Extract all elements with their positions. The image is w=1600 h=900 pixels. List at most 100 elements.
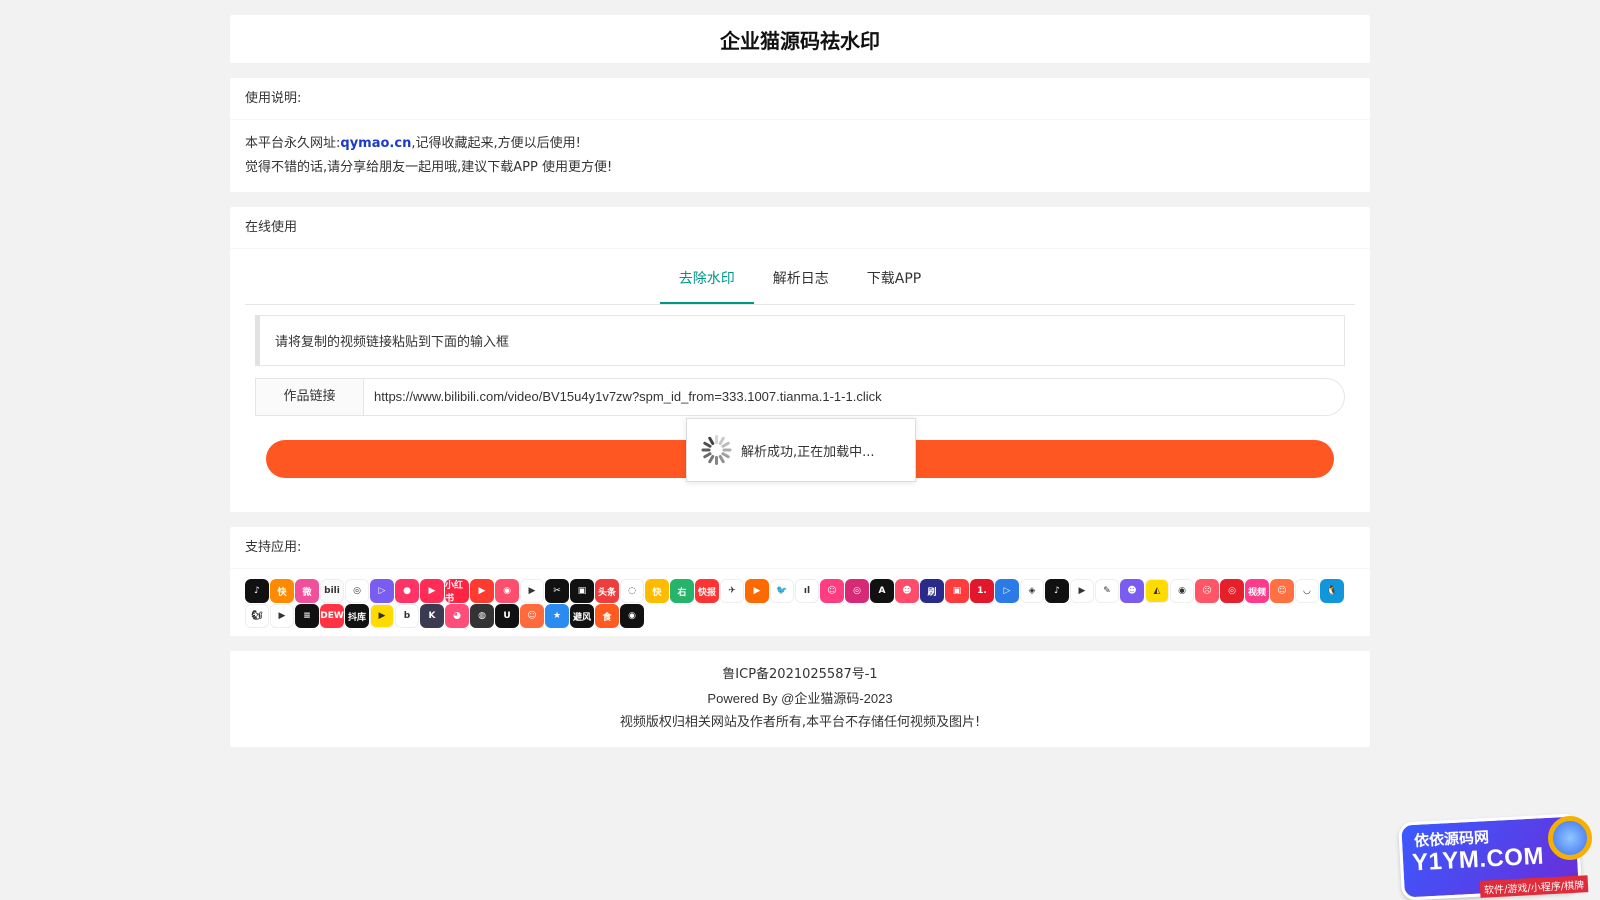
app-glyph: 刷 (927, 587, 937, 598)
tudou-icon[interactable]: ▶ (745, 579, 769, 603)
kuaibao-icon[interactable]: 快报 (695, 579, 719, 603)
yidian-icon[interactable]: 1. (970, 579, 994, 603)
app-glyph: ▶ (278, 611, 286, 621)
app-glyph: 1. (977, 586, 987, 596)
kuaiyin-icon[interactable]: 快 (645, 579, 669, 603)
huoshan-icon[interactable]: ▶ (470, 579, 494, 603)
lvzhou-icon[interactable]: ◌ (620, 579, 644, 603)
uc-icon[interactable]: 🐿 (245, 604, 269, 628)
b-icon[interactable]: b (395, 604, 419, 628)
pop-icon[interactable]: ◕ (445, 604, 469, 628)
shuabao-icon[interactable]: 刷 (920, 579, 944, 603)
bowl-icon[interactable]: ◡ (1295, 579, 1319, 603)
player-icon[interactable]: ▶ (520, 579, 544, 603)
tab-bar: 去除水印 解析日志 下载APP (245, 255, 1355, 305)
quxuan-icon[interactable]: U (495, 604, 519, 628)
app-glyph: ☹ (1202, 586, 1212, 596)
app-glyph: ▶ (478, 586, 486, 596)
app-glyph: ▶ (753, 586, 761, 596)
eye-icon[interactable]: ◉ (1170, 579, 1194, 603)
app-glyph: bili (324, 586, 340, 596)
haokan-icon[interactable]: ▶ (420, 579, 444, 603)
app-glyph: ♪ (1054, 586, 1060, 596)
link-form-row: 作品链接 (255, 378, 1345, 416)
tab-parse-log[interactable]: 解析日志 (754, 255, 848, 304)
app-glyph: ✂ (553, 586, 561, 596)
netease-icon[interactable]: ◎ (1220, 579, 1244, 603)
app-glyph: 快报 (697, 587, 716, 598)
qutoutiao-icon[interactable]: ☻ (1120, 579, 1144, 603)
dewu-icon[interactable]: DEW (320, 604, 344, 628)
iqiyi-icon[interactable]: ◈ (1020, 579, 1044, 603)
tab-remove-watermark[interactable]: 去除水印 (659, 255, 754, 304)
app-glyph: ▣ (952, 586, 962, 596)
app-glyph: ★ (552, 611, 562, 621)
stripes-icon[interactable]: ≡ (295, 604, 319, 628)
app-glyph: ◉ (1178, 586, 1186, 596)
douyin-icon[interactable]: ♪ (245, 579, 269, 603)
xigua-icon[interactable]: ▣ (570, 579, 594, 603)
magnifier-icon (1548, 816, 1592, 860)
app-glyph: ✈ (728, 586, 736, 596)
qq-kandian-icon[interactable]: ✈ (720, 579, 744, 603)
watermark-logo: 依依源码网 Y1YM.COM 软件/游戏/小程序/棋牌 (1380, 810, 1600, 900)
loading-toast: 解析成功,正在加载中... (686, 418, 916, 482)
youtube-icon[interactable]: ▶ (1070, 579, 1094, 603)
k-icon[interactable]: K (420, 604, 444, 628)
app-glyph: ıl (803, 586, 811, 596)
toutiao-icon[interactable]: 头条 (595, 579, 619, 603)
app-glyph: 小红书 (445, 581, 464, 603)
app-glyph: ▷ (378, 586, 386, 596)
capcut-icon[interactable]: ✂ (545, 579, 569, 603)
app-glyph: ◭ (1153, 586, 1161, 596)
video-icon[interactable]: ▷ (370, 579, 394, 603)
oasis-icon[interactable]: ıl (795, 579, 819, 603)
app-glyph: ◉ (628, 611, 636, 621)
weibo-icon[interactable]: ◎ (345, 579, 369, 603)
acfun-icon[interactable]: A (870, 579, 894, 603)
app-glyph: 食 (602, 612, 612, 623)
monkey-icon[interactable]: ☺ (520, 604, 544, 628)
weishi2-icon[interactable]: ✎ (1095, 579, 1119, 603)
site-link[interactable]: qymao.cn (340, 136, 411, 151)
tab-download-app[interactable]: 下载APP (848, 255, 940, 304)
tiktok-icon[interactable]: ♪ (1045, 579, 1069, 603)
app-glyph: ▶ (428, 586, 436, 596)
douku-icon[interactable]: 抖库 (345, 604, 369, 628)
app-glyph: ◎ (353, 586, 361, 596)
qq-icon[interactable]: 🐧 (1320, 579, 1344, 603)
quanmin-icon[interactable]: ▣ (945, 579, 969, 603)
youku-icon[interactable]: ▷ (995, 579, 1019, 603)
face-icon[interactable]: ☹ (1195, 579, 1219, 603)
mascot-icon[interactable]: ☺ (1270, 579, 1294, 603)
momo-icon[interactable]: ☺ (820, 579, 844, 603)
twitter-icon[interactable]: 🐦 (770, 579, 794, 603)
intro-line-1: 本平台永久网址:qymao.cn,记得收藏起来,方便以后使用! (245, 132, 1355, 156)
food-icon[interactable]: 食 (595, 604, 619, 628)
kaiyan-icon[interactable]: ☻ (895, 579, 919, 603)
xiaohongshu-icon[interactable]: 小红书 (445, 579, 469, 603)
kuaishou-lite-icon[interactable]: ▶ (370, 604, 394, 628)
ribbon-icon[interactable]: ★ (545, 604, 569, 628)
meipai-icon[interactable]: ◉ (495, 579, 519, 603)
spinner-tick (714, 435, 718, 444)
play-purple-icon[interactable]: ▶ (270, 604, 294, 628)
instagram-icon[interactable]: ◎ (845, 579, 869, 603)
bilibili-icon[interactable]: bili (320, 579, 344, 603)
zuiyou-icon[interactable]: 右 (670, 579, 694, 603)
intro-body: 本平台永久网址:qymao.cn,记得收藏起来,方便以后使用! 觉得不错的话,请… (230, 120, 1370, 192)
weishi-icon[interactable]: 微 (295, 579, 319, 603)
apps-grid: ♪ 快 微 bili ◎ ▷ ● ▶ 小红书 ▶ ◉ ▶ ✂ ▣ 头条 ◌ 快 右快报 ✈ ▶ 🐦 ıl ☺ ◎ A ☻ 刷 ▣ 1. ▷… (230, 569, 1370, 636)
apps-card: 支持应用: ♪ 快 微 bili ◎ ▷ ● ▶ 小红书 ▶ ◉ ▶ ✂ ▣ 头条 ◌ 快 右快报 ✈ ▶ 🐦 ıl ☺ ◎ A… (230, 527, 1370, 636)
pipi-icon[interactable]: ● (395, 579, 419, 603)
bike-icon[interactable]: 避风 (570, 604, 594, 628)
piqu-icon[interactable]: ◭ (1145, 579, 1169, 603)
spinner-tick (701, 448, 710, 452)
circle-icon[interactable]: ◍ (470, 604, 494, 628)
app-glyph: ≡ (303, 611, 311, 621)
link-input[interactable] (363, 378, 1345, 416)
app-glyph: 视频 (1247, 587, 1266, 598)
ring-icon[interactable]: ◉ (620, 604, 644, 628)
shipin-icon[interactable]: 视频 (1245, 579, 1269, 603)
kuaishou-icon[interactable]: 快 (270, 579, 294, 603)
